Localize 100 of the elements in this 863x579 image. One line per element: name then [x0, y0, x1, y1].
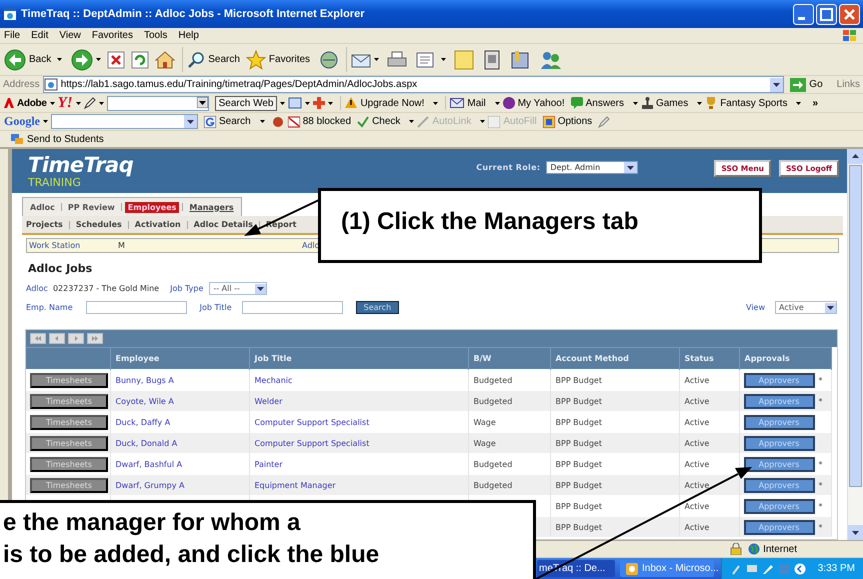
subtab-link[interactable]: Adloc Details — [194, 220, 253, 229]
caret-icon[interactable] — [632, 102, 638, 104]
menu-item[interactable]: Tools — [144, 30, 168, 41]
back-button[interactable]: Back — [29, 54, 52, 65]
caret-icon[interactable] — [480, 120, 486, 123]
caret-icon[interactable] — [409, 120, 414, 123]
favorites-button[interactable]: Favorites — [268, 54, 310, 65]
dropdown-icon[interactable] — [196, 96, 208, 108]
refresh-icon[interactable] — [131, 50, 150, 68]
toolbar-link[interactable]: Fantasy Sports — [720, 98, 788, 108]
dropdown-icon[interactable] — [770, 78, 784, 92]
arrow-circle-icon[interactable] — [794, 562, 806, 574]
view-select[interactable]: Active — [775, 301, 837, 314]
dropdown-icon[interactable] — [255, 284, 266, 294]
tab[interactable]: Managers — [186, 202, 237, 212]
subtab-link[interactable]: Activation — [134, 220, 181, 229]
chat-bubble-icon[interactable] — [570, 97, 583, 109]
search-field[interactable] — [106, 96, 209, 110]
caret-icon[interactable] — [57, 58, 62, 61]
table-link[interactable]: Computer Support Specialist — [249, 432, 468, 454]
subtab-link[interactable]: Schedules — [76, 220, 122, 229]
close-button[interactable] — [839, 4, 860, 24]
more-chevron[interactable]: » — [812, 98, 818, 108]
go-button[interactable]: Go — [809, 79, 823, 90]
joystick-icon[interactable] — [640, 97, 653, 109]
caret-icon[interactable] — [260, 120, 265, 123]
menu-item[interactable]: Favorites — [92, 30, 133, 41]
scroll-up-icon[interactable] — [848, 149, 863, 164]
tab[interactable]: Employees — [124, 202, 180, 212]
caret-icon[interactable] — [697, 102, 702, 104]
options-icon[interactable] — [542, 116, 555, 128]
star-icon[interactable] — [246, 50, 266, 70]
window-icon[interactable] — [288, 97, 302, 109]
tab[interactable]: Adloc — [27, 202, 58, 212]
toolbar-link[interactable]: Check — [372, 116, 400, 127]
caret-icon[interactable] — [433, 102, 438, 104]
address-field[interactable]: https://lab1.sago.tamus.edu/Training/timetraq/Pages/DeptAdmin/AdlocJobs.aspx — [42, 76, 784, 93]
plus-icon[interactable] — [313, 97, 326, 109]
dropdown-icon[interactable] — [624, 162, 638, 173]
toolbar-link[interactable]: Mail — [467, 98, 486, 108]
caret-icon[interactable] — [76, 102, 81, 104]
toolbar-link[interactable]: 88 blocked — [302, 116, 352, 127]
maximize-button[interactable] — [816, 4, 837, 24]
menu-item[interactable]: Edit — [31, 30, 48, 41]
caret-icon[interactable] — [494, 102, 500, 104]
dropdown-icon[interactable] — [184, 115, 197, 128]
table-link[interactable]: Coyote, Wile A — [110, 390, 249, 412]
folder-stack-icon[interactable] — [510, 50, 530, 70]
search-icon[interactable] — [187, 50, 206, 68]
device-icon[interactable] — [484, 50, 500, 70]
caret-icon[interactable] — [98, 102, 104, 104]
toolbar-link[interactable]: Upgrade Now! — [360, 98, 424, 108]
scroll-thumb[interactable] — [849, 165, 862, 487]
warning-icon[interactable] — [345, 97, 358, 109]
menu-item[interactable]: View — [59, 30, 81, 41]
table-link[interactable]: Welder — [249, 390, 468, 412]
search-button[interactable]: Search — [356, 301, 400, 314]
adobe-menu[interactable]: Adobe — [17, 98, 47, 108]
caret-icon[interactable] — [441, 58, 446, 61]
popup-blocked-icon[interactable] — [288, 116, 300, 128]
scroll-down-icon[interactable] — [848, 525, 863, 540]
toolbar-link[interactable]: Games — [656, 98, 688, 108]
caret-icon[interactable] — [280, 102, 286, 104]
table-link[interactable]: Duck, Donald A — [110, 432, 249, 454]
dropdown-icon[interactable] — [825, 302, 836, 312]
tab[interactable]: PP Review — [64, 202, 118, 212]
toolbar-link[interactable]: My Yahoo! — [518, 98, 565, 108]
envelope-icon[interactable] — [450, 97, 464, 109]
printer-icon[interactable] — [387, 50, 408, 68]
caret-icon[interactable] — [796, 102, 802, 104]
g-letter-icon[interactable] — [204, 116, 216, 128]
table-link[interactable]: Dwarf, Grumpy A — [110, 474, 249, 496]
search-web-button[interactable]: Search Web — [214, 96, 278, 110]
job-type-select[interactable]: -- All -- — [209, 282, 268, 295]
search-field[interactable] — [51, 114, 198, 129]
search-button[interactable]: Search — [208, 54, 240, 65]
role-select[interactable]: Dept. Admin — [546, 161, 638, 174]
trophy-icon[interactable] — [705, 97, 718, 109]
envelope-icon[interactable] — [351, 52, 372, 68]
google-logo[interactable]: Google — [4, 114, 40, 129]
table-link[interactable]: Equipment Manager — [249, 474, 468, 496]
emp-name-input[interactable] — [86, 301, 187, 314]
link-page-icon[interactable] — [10, 133, 24, 145]
yahoo-logo[interactable]: Y! — [58, 94, 73, 112]
caret-icon[interactable] — [96, 58, 102, 61]
check-mark-icon[interactable] — [357, 116, 370, 128]
toolbar-link[interactable]: Options — [558, 116, 592, 127]
caret-icon[interactable] — [374, 58, 380, 61]
menu-item[interactable]: Help — [178, 30, 199, 41]
pencil-icon[interactable] — [84, 97, 96, 109]
subtab-link[interactable]: Projects — [26, 220, 63, 229]
caret-icon[interactable] — [305, 102, 310, 104]
home-icon[interactable] — [155, 50, 176, 68]
toolbar-link[interactable]: Answers — [586, 98, 624, 108]
minimize-button[interactable] — [793, 4, 814, 24]
menu-item[interactable]: File — [4, 30, 20, 41]
stop-icon[interactable] — [107, 50, 126, 68]
go-arrow-icon[interactable] — [790, 78, 806, 92]
toolbar-link[interactable]: Search — [219, 116, 251, 127]
caret-icon[interactable] — [43, 120, 48, 123]
